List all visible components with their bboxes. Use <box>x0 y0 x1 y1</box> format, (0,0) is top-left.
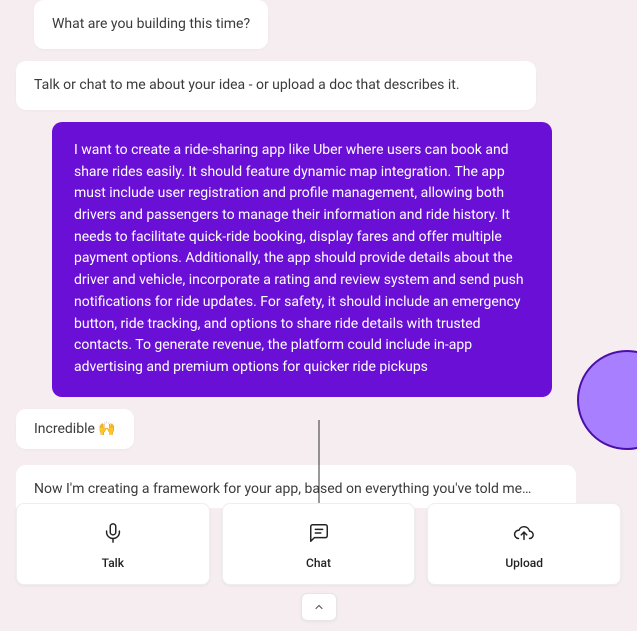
bot-instruction-text: Talk or chat to me about your idea - or … <box>34 77 460 93</box>
bot-message-prompt: What are you building this time? <box>34 0 268 49</box>
bot-message-reaction: Incredible 🙌 <box>16 409 134 449</box>
user-idea-text: I want to create a ride-sharing app like… <box>74 142 524 375</box>
user-message-idea: I want to create a ride-sharing app like… <box>52 122 552 397</box>
talk-label: Talk <box>102 556 124 570</box>
collapse-button[interactable] <box>301 593 337 621</box>
talk-button[interactable]: Talk <box>16 503 210 585</box>
upload-label: Upload <box>505 556 543 570</box>
upload-button[interactable]: Upload <box>427 503 621 585</box>
bot-framework-text: Now I'm creating a framework for your ap… <box>34 481 531 497</box>
bot-message-framework: Now I'm creating a framework for your ap… <box>16 465 576 508</box>
action-bar: Talk Chat Upload <box>16 503 621 585</box>
bot-prompt-text: What are you building this time? <box>52 16 250 32</box>
chat-label: Chat <box>306 556 331 570</box>
microphone-icon <box>100 520 126 546</box>
chat-icon <box>306 520 332 546</box>
chevron-up-icon <box>313 598 325 617</box>
chat-container: What are you building this time? Talk or… <box>0 0 637 508</box>
chat-button[interactable]: Chat <box>222 503 416 585</box>
cloud-upload-icon <box>511 520 537 546</box>
bot-message-instruction: Talk or chat to me about your idea - or … <box>16 61 536 110</box>
bot-reaction-text: Incredible 🙌 <box>34 421 116 437</box>
